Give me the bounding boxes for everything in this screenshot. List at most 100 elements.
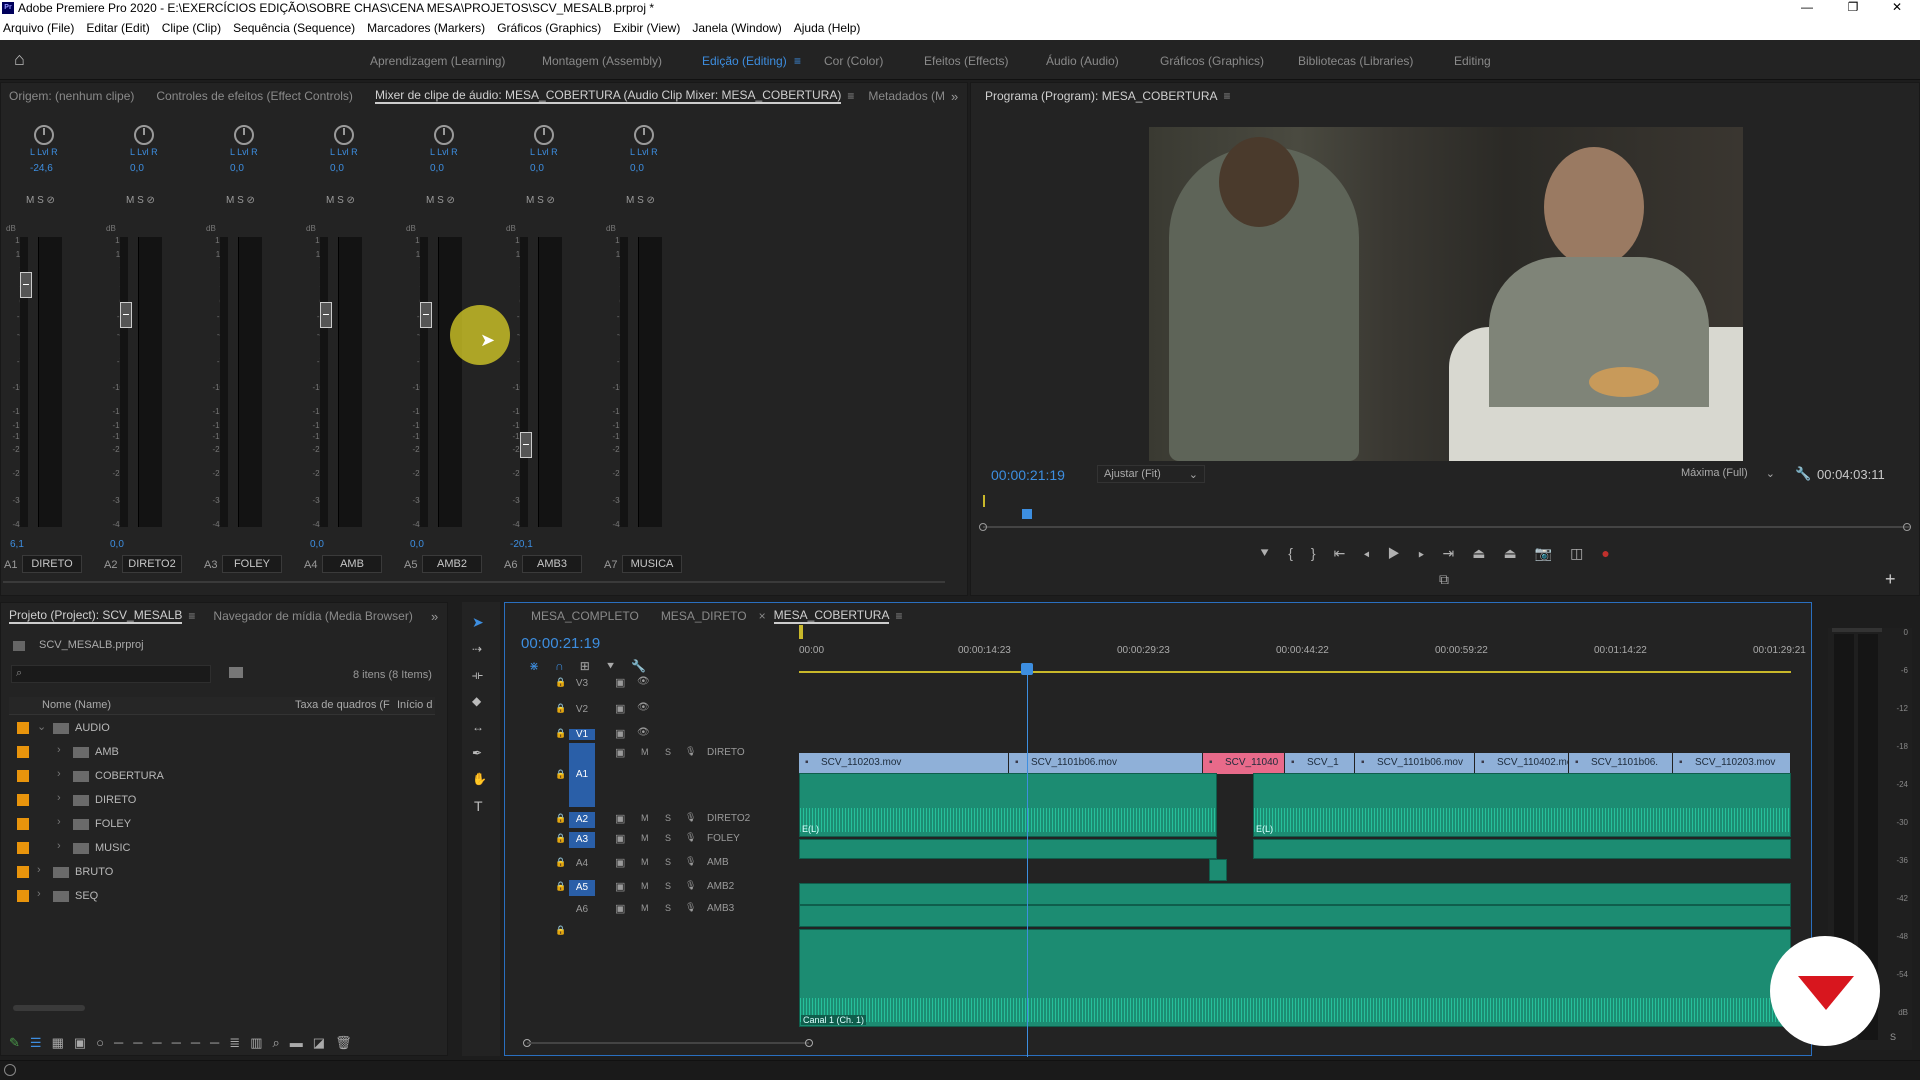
mute-button[interactable]: M	[641, 747, 649, 757]
clear-icon[interactable]: 🗑	[335, 1035, 362, 1050]
razor-tool-icon[interactable]: ◆	[472, 694, 481, 708]
tab-media-browser[interactable]: Navegador de mídia (Media Browser)	[213, 609, 412, 623]
volume-value[interactable]: 0,0	[310, 539, 324, 550]
volume-fader[interactable]	[120, 302, 132, 328]
audio-clip[interactable]	[1253, 839, 1791, 859]
chevron-icon[interactable]: ⌄	[37, 720, 46, 733]
lock-icon[interactable]: 🔒	[555, 857, 566, 868]
menu-graphics[interactable]: Gráficos (Graphics)	[497, 21, 601, 35]
menu-markers[interactable]: Marcadores (Markers)	[367, 21, 485, 35]
timeline-zoom-scrollbar[interactable]	[527, 1042, 809, 1044]
channel-name[interactable]: AMB2	[422, 555, 482, 573]
film-icon[interactable]: ▣	[615, 880, 625, 893]
track-id[interactable]: A4	[569, 856, 595, 872]
microphone-icon[interactable]: 🎙	[685, 746, 696, 757]
project-search-input[interactable]: ⌕	[11, 665, 211, 683]
record-icon[interactable]: ●	[1601, 545, 1627, 561]
channel-name[interactable]: AMB	[322, 555, 382, 573]
icon-view-icon[interactable]: ▦	[52, 1035, 74, 1050]
column-frame-rate[interactable]: Taxa de quadros (F	[295, 699, 390, 711]
pan-knob[interactable]	[534, 125, 554, 145]
project-list-item[interactable]: › FOLEY	[9, 813, 439, 837]
channel-name[interactable]: MUSICA	[622, 555, 682, 573]
list-view-icon[interactable]: ☰	[30, 1035, 52, 1050]
audio-clip[interactable]	[1209, 859, 1227, 881]
solo-button[interactable]: S	[665, 813, 671, 823]
timeline-zoom-right-handle[interactable]	[805, 1039, 813, 1047]
tab-effect-controls[interactable]: Controles de efeitos (Effect Controls)	[156, 89, 353, 103]
solo-button[interactable]: S	[665, 903, 671, 913]
audio-clip[interactable]	[799, 883, 1791, 905]
volume-fader[interactable]	[420, 302, 432, 328]
slip-tool-icon[interactable]: ↔	[472, 720, 484, 734]
tab-metadata[interactable]: Metadados (M	[868, 89, 945, 103]
find-icon[interactable]: ⌕	[272, 1035, 289, 1050]
lock-icon[interactable]: 🔒	[555, 769, 566, 780]
track-id[interactable]: A6	[569, 902, 595, 918]
chevron-icon[interactable]: ›	[57, 792, 61, 804]
quality-dropdown[interactable]: Máxima (Full) ⌄	[1675, 465, 1781, 483]
type-tool-icon[interactable]: T	[474, 798, 483, 814]
mute-button[interactable]: M	[641, 903, 649, 913]
workspace-tab-learning[interactable]: Aprendizagem (Learning)	[370, 54, 505, 68]
film-icon[interactable]: ▣	[615, 676, 625, 689]
solo-button[interactable]: S	[665, 881, 671, 891]
film-icon[interactable]: ▣	[615, 746, 625, 759]
volume-fader[interactable]	[520, 432, 532, 458]
channel-name[interactable]: DIRETO2	[122, 555, 182, 573]
pan-knob[interactable]	[434, 125, 454, 145]
mute-solo-buttons[interactable]: M S ⊘	[26, 195, 55, 206]
pan-value[interactable]: 0,0	[530, 163, 544, 174]
go-to-out-icon[interactable]: ⇥	[1443, 545, 1473, 561]
menu-sequence[interactable]: Sequência (Sequence)	[233, 21, 355, 35]
lock-icon[interactable]: 🔒	[555, 925, 566, 936]
volume-fader[interactable]	[320, 302, 332, 328]
automate-to-sequence-icon[interactable]: ▥	[250, 1035, 272, 1050]
more-panels-icon[interactable]: »	[951, 89, 958, 104]
toggle-proxies-icon[interactable]: ⧉	[1439, 571, 1449, 588]
channel-name[interactable]: AMB3	[522, 555, 582, 573]
chevron-icon[interactable]: ›	[37, 888, 41, 900]
eye-icon[interactable]: 👁	[637, 727, 650, 738]
video-clip[interactable]: ▪ SCV_110203.mov	[799, 753, 1009, 774]
chevron-icon[interactable]: ›	[37, 864, 41, 876]
mark-out-icon[interactable]: }	[1311, 545, 1334, 561]
maximize-button[interactable]: ❐	[1830, 0, 1876, 16]
comparison-view-icon[interactable]: ◫	[1570, 545, 1601, 561]
project-list-item[interactable]: › COBERTURA	[9, 765, 439, 789]
video-clip[interactable]: ▪ SCV_1101b06.mov	[1355, 753, 1475, 774]
project-list-item[interactable]: › SEQ	[9, 885, 439, 909]
lock-icon[interactable]: 🔒	[555, 813, 566, 824]
film-icon[interactable]: ▣	[615, 812, 625, 825]
volume-fader[interactable]	[20, 272, 32, 298]
program-monitor-tab[interactable]: Programa (Program): MESA_COBERTURA	[985, 89, 1218, 103]
mute-solo-buttons[interactable]: M S ⊘	[626, 195, 655, 206]
timeline-playhead[interactable]	[1021, 663, 1033, 675]
volume-value[interactable]: 0,0	[110, 539, 124, 550]
sort-icons-icon[interactable]: ≣	[229, 1035, 250, 1050]
video-clip[interactable]: ▪ SCV_11040	[1203, 753, 1285, 774]
track-id[interactable]: V2	[569, 704, 595, 715]
column-media-start[interactable]: Início d	[397, 699, 432, 711]
mute-button[interactable]: M	[641, 857, 649, 867]
project-list-item[interactable]: ⌄ AUDIO	[9, 717, 439, 741]
pan-knob[interactable]	[634, 125, 654, 145]
mute-solo-buttons[interactable]: M S ⊘	[126, 195, 155, 206]
volume-value[interactable]: 6,1	[10, 539, 24, 550]
track-id[interactable]: A2	[569, 812, 595, 828]
pencil-icon[interactable]: ✎	[9, 1035, 30, 1050]
pan-value[interactable]: 0,0	[230, 163, 244, 174]
film-icon[interactable]: ▣	[615, 727, 625, 740]
project-horizontal-scrollbar[interactable]	[13, 1005, 85, 1011]
audio-clip[interactable]	[799, 839, 1217, 859]
pan-knob[interactable]	[334, 125, 354, 145]
chevron-icon[interactable]: ›	[57, 840, 61, 852]
audio-clip[interactable]	[799, 905, 1791, 927]
lock-icon[interactable]: 🔒	[555, 728, 566, 739]
fit-dropdown[interactable]: Ajustar (Fit) ⌄	[1097, 465, 1205, 483]
add-marker-icon[interactable]: ⯆	[1259, 545, 1288, 561]
solo-button[interactable]: S	[665, 747, 671, 757]
audio-clip[interactable]: E(L)	[1253, 773, 1791, 837]
export-frame-icon[interactable]: 📷	[1535, 545, 1570, 561]
channel-name[interactable]: FOLEY	[222, 555, 282, 573]
